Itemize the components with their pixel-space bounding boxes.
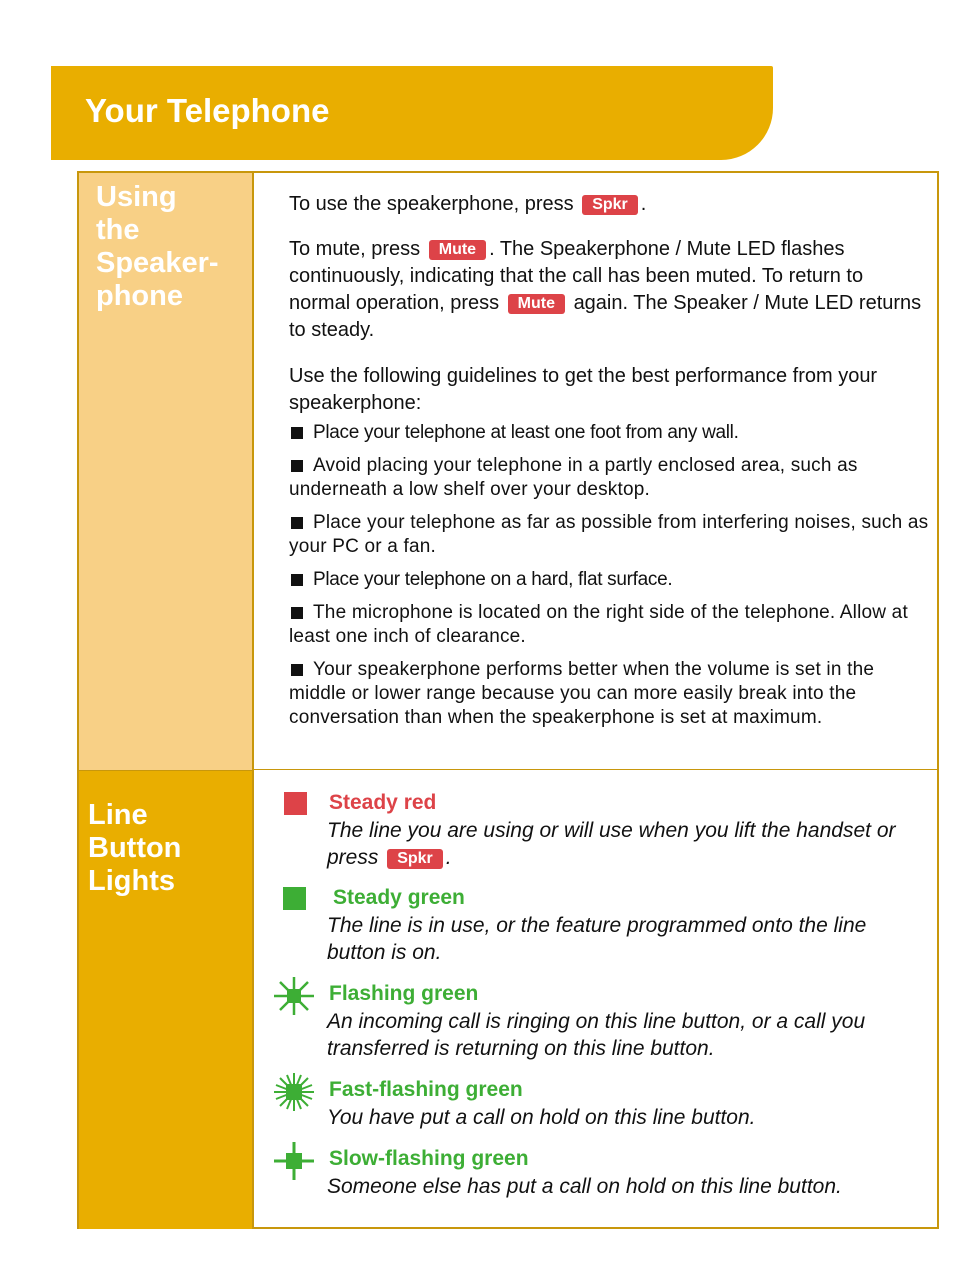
light-state-label: Flashing green [329, 982, 479, 1005]
bullet-square-icon [291, 574, 303, 586]
light-state-description: The line is in use, or the feature progr… [327, 914, 867, 964]
section-label-speakerphone: Using the Speaker- phone [79, 173, 254, 770]
guidelines-list: Place your telephone at least one foot f… [289, 421, 929, 730]
section-title-speakerphone: Using the Speaker- phone [96, 181, 219, 313]
list-item: Place your telephone at least one foot f… [289, 421, 929, 445]
section-title-line-lights: Line Button Lights [88, 799, 181, 898]
list-item-text: Place your telephone at least one foot f… [313, 422, 739, 443]
spkr-key: Spkr [387, 849, 443, 869]
speakerphone-instructions: To use the speakerphone, press Spkr. To … [289, 191, 929, 739]
light-state-description: An incoming call is ringing on this line… [327, 1010, 866, 1060]
bullet-square-icon [291, 460, 303, 472]
row-divider [254, 769, 937, 770]
light-state-label: Steady red [329, 791, 437, 814]
list-item-text: Avoid placing your telephone in a partly… [289, 455, 858, 500]
list-item-text: Your speakerphone performs better when t… [289, 659, 875, 728]
light-state-description: Someone else has put a call on hold on t… [327, 1175, 842, 1198]
title-line: Speaker- [96, 247, 219, 279]
light-state-label: Fast-flashing green [329, 1078, 523, 1101]
speakerphone-paragraph: To use the speakerphone, press Spkr. [289, 191, 929, 218]
light-state-description: The line you are using or will use when … [327, 817, 907, 871]
mute-key: Mute [507, 294, 565, 314]
title-line: Button [88, 832, 182, 864]
flashing-green-icon [274, 977, 314, 1015]
light-state-label: Steady green [333, 886, 465, 909]
page-title: Your Telephone [85, 92, 330, 129]
list-item-text: The microphone is located on the right s… [289, 602, 908, 647]
content-table: Using the Speaker- phone To use the spea… [77, 171, 939, 1229]
list-item: Your speakerphone performs better when t… [289, 658, 929, 730]
text: To use the speakerphone, press [289, 193, 574, 215]
text: . [445, 846, 452, 869]
list-item: The microphone is located on the right s… [289, 601, 929, 649]
spkr-key: Spkr [582, 195, 638, 215]
header-banner: Your Telephone [51, 66, 773, 160]
mute-paragraph: To mute, press Mute. The Speakerphone / … [289, 236, 929, 344]
list-item-text: Place your telephone on a hard, flat sur… [313, 569, 673, 590]
section-label-line-lights: Line Button Lights [79, 770, 254, 1229]
bullet-square-icon [291, 607, 303, 619]
guidelines-intro: Use the following guidelines to get the … [289, 365, 878, 414]
title-line: Line [88, 799, 148, 831]
steady-red-square-icon [284, 792, 307, 815]
list-item: Place your telephone on a hard, flat sur… [289, 568, 929, 592]
steady-green-square-icon [283, 887, 306, 910]
list-item: Avoid placing your telephone in a partly… [289, 454, 929, 502]
title-line: Lights [88, 865, 175, 897]
title-line: phone [96, 280, 183, 312]
bullet-square-icon [291, 427, 303, 439]
list-item: Place your telephone as far as possible … [289, 511, 929, 559]
mute-key: Mute [428, 240, 487, 260]
light-state-label: Slow-flashing green [329, 1147, 529, 1170]
light-state-description: You have put a call on hold on this line… [327, 1106, 756, 1129]
title-line: Using [96, 181, 177, 213]
list-item-text: Place your telephone as far as possible … [289, 512, 929, 557]
bullet-square-icon [291, 664, 303, 676]
title-line: the [96, 214, 140, 246]
text: . [640, 193, 647, 215]
slow-flashing-green-icon [274, 1142, 314, 1180]
bullet-square-icon [291, 517, 303, 529]
fast-flashing-green-icon [274, 1073, 314, 1111]
text: To mute, press [289, 238, 421, 260]
